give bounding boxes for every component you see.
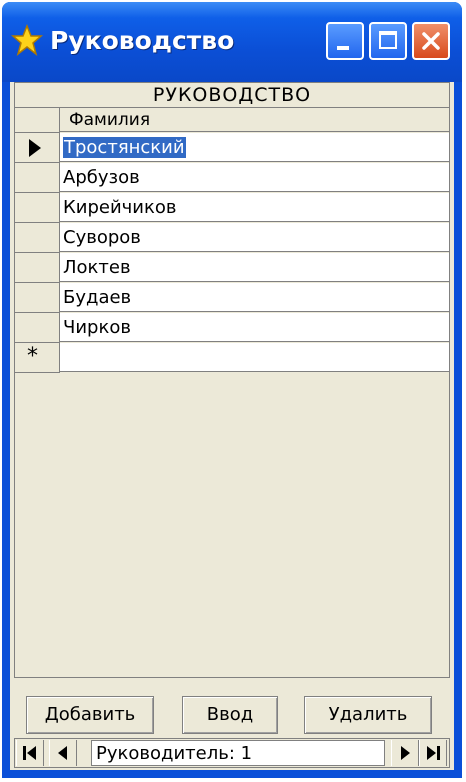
record-selector[interactable] <box>15 283 60 313</box>
record-navigation-bar: Руководитель: 1 <box>14 738 450 768</box>
record-selector[interactable] <box>15 163 60 193</box>
title-bar[interactable]: Руководство <box>2 2 462 82</box>
window-title: Руководство <box>50 26 235 55</box>
close-button[interactable] <box>412 22 450 60</box>
column-header-surname[interactable]: Фамилия <box>60 108 449 132</box>
first-record-button[interactable] <box>16 740 44 766</box>
record-selector[interactable]: * <box>15 343 60 373</box>
enter-button[interactable]: Ввод <box>182 696 278 734</box>
new-record-star-icon: * <box>27 344 38 369</box>
record-selector[interactable] <box>15 253 60 283</box>
minimize-icon <box>337 46 349 50</box>
minimize-button[interactable] <box>326 22 364 60</box>
next-record-button[interactable] <box>391 740 419 766</box>
table-row[interactable]: Будаев <box>15 283 449 313</box>
previous-record-button[interactable] <box>49 740 77 766</box>
star-icon <box>11 24 43 56</box>
app-window: Руководство РУКОВОДСТВО Фамилия Тростянс… <box>2 2 462 778</box>
record-selector-arrow-icon <box>29 139 41 157</box>
table-row[interactable]: Локтев <box>15 253 449 283</box>
maximize-icon <box>379 31 397 49</box>
table-row[interactable]: Чирков <box>15 313 449 343</box>
add-button[interactable]: Добавить <box>26 696 154 734</box>
first-record-icon <box>23 746 36 760</box>
form-body: РУКОВОДСТВО Фамилия Тростянский Арбузов … <box>10 82 454 770</box>
datasheet-grid: РУКОВОДСТВО Фамилия Тростянский Арбузов … <box>14 82 450 678</box>
grid-caption: РУКОВОДСТВО <box>15 83 449 108</box>
surname-cell[interactable]: Тростянский <box>60 133 449 162</box>
record-selector[interactable] <box>15 133 60 163</box>
record-selector[interactable] <box>15 223 60 253</box>
surname-cell[interactable]: Суворов <box>60 223 449 252</box>
table-row[interactable]: Арбузов <box>15 163 449 193</box>
delete-button[interactable]: Удалить <box>304 696 432 734</box>
table-row[interactable]: Кирейчиков <box>15 193 449 223</box>
select-all-box[interactable] <box>15 108 60 133</box>
close-icon <box>422 32 440 50</box>
record-selector[interactable] <box>15 193 60 223</box>
last-record-button[interactable] <box>419 740 447 766</box>
surname-cell[interactable]: Кирейчиков <box>60 193 449 222</box>
new-record-row[interactable]: * <box>15 343 449 373</box>
maximize-button[interactable] <box>369 22 407 60</box>
surname-cell[interactable]: Арбузов <box>60 163 449 192</box>
surname-cell[interactable]: Чирков <box>60 313 449 342</box>
surname-cell[interactable]: Будаев <box>60 283 449 312</box>
previous-record-icon <box>58 746 67 760</box>
new-record-cell[interactable] <box>60 343 449 372</box>
last-record-icon <box>427 746 440 760</box>
record-counter: Руководитель: 1 <box>91 740 385 766</box>
next-record-icon <box>401 746 410 760</box>
surname-cell[interactable]: Локтев <box>60 253 449 282</box>
table-row[interactable]: Суворов <box>15 223 449 253</box>
selected-text: Тростянский <box>63 137 186 158</box>
table-row[interactable]: Тростянский <box>15 133 449 163</box>
record-selector[interactable] <box>15 313 60 343</box>
